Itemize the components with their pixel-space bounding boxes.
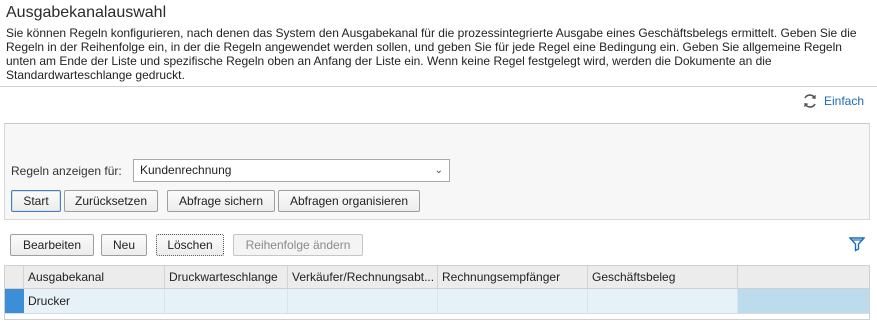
table-cell[interactable] (165, 289, 288, 313)
rules-for-label: Regeln anzeigen für: (11, 164, 122, 178)
column-header[interactable]: Druckwarteschlange (165, 266, 288, 288)
column-header[interactable]: Ausgabekanal (24, 266, 165, 288)
page-title: Ausgabekanalauswahl (6, 4, 167, 21)
table-header: Ausgabekanal Druckwarteschlange Verkäufe… (5, 266, 869, 289)
column-header[interactable]: Geschäftsbeleg (588, 266, 738, 288)
row-selector[interactable] (5, 289, 24, 313)
simple-view-label: Einfach (823, 94, 864, 108)
reorder-button: Reihenfolge ändern (233, 234, 363, 256)
table-cell[interactable] (588, 289, 738, 313)
table-row[interactable]: Drucker (5, 289, 869, 314)
new-button[interactable]: Neu (101, 234, 147, 256)
row-selector-header[interactable] (5, 266, 24, 288)
organize-queries-button[interactable]: Abfragen organisieren (278, 190, 420, 212)
save-query-button[interactable]: Abfrage sichern (167, 190, 275, 212)
rules-for-select[interactable]: Kundenrechnung ⌄ (133, 159, 450, 182)
edit-button[interactable]: Bearbeiten (10, 234, 94, 256)
table-cell[interactable] (288, 289, 438, 313)
rules-for-value: Kundenrechnung (140, 163, 232, 177)
delete-button[interactable]: Löschen (156, 234, 224, 256)
start-button[interactable]: Start (11, 190, 61, 212)
reset-button[interactable]: Zurücksetzen (64, 190, 158, 212)
column-header[interactable]: Rechnungsempfänger (438, 266, 588, 288)
column-header[interactable]: Verkäufer/Rechnungsabt... (288, 266, 438, 288)
divider (0, 86, 877, 87)
table-cell[interactable]: Drucker (24, 289, 165, 313)
table-cell[interactable] (438, 289, 588, 313)
rules-table: Ausgabekanal Druckwarteschlange Verkäufe… (4, 265, 870, 320)
funnel-icon[interactable] (848, 236, 866, 255)
row-filler (738, 289, 869, 313)
chevron-down-icon: ⌄ (434, 165, 443, 176)
refresh-icon (802, 93, 818, 109)
simple-view-link[interactable]: Einfach (802, 93, 864, 109)
page-description: Sie können Regeln konfigurieren, nach de… (6, 26, 857, 82)
